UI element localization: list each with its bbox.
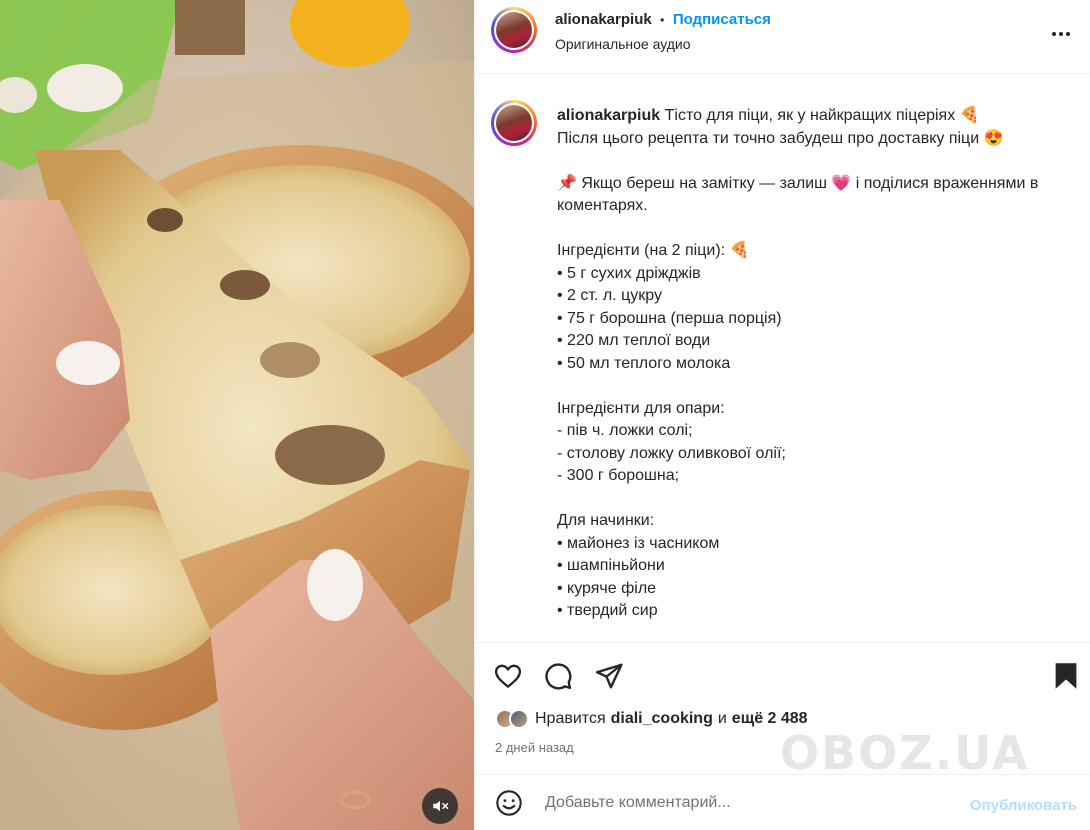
- bookmark-icon: [1055, 663, 1077, 689]
- audio-label[interactable]: Оригинальное аудио: [555, 36, 691, 52]
- caption-area: alionakarpiuk Тісто для піци, як у найкр…: [475, 74, 1090, 642]
- post-header: alionakarpiuk • Подписаться Оригинальное…: [475, 0, 1090, 74]
- post-details-panel: alionakarpiuk • Подписаться Оригинальное…: [474, 0, 1090, 830]
- caption-line: • шампіньйони: [557, 557, 665, 574]
- pizza-photo: [0, 0, 474, 830]
- liker-avatar[interactable]: [509, 709, 529, 729]
- comment-button[interactable]: [543, 661, 573, 696]
- heart-icon: [494, 664, 522, 688]
- caption-line: • 50 мл теплого молока: [557, 354, 731, 372]
- comment-icon: [545, 663, 572, 690]
- caption-text: alionakarpiuk Тісто для піци, як у найкр…: [557, 105, 1057, 623]
- caption-line: - пів ч. ложки солі;: [557, 422, 693, 439]
- publish-button[interactable]: Опубликовать: [970, 797, 1077, 814]
- share-button[interactable]: [594, 661, 624, 696]
- caption-line: • майонез із часником: [557, 534, 720, 552]
- caption-line: Інгредієнти для опари:: [557, 399, 725, 417]
- avatar[interactable]: [491, 7, 537, 53]
- caption-line: Для начинки:: [557, 512, 655, 529]
- caption-username[interactable]: alionakarpiuk: [557, 107, 660, 124]
- header-line: alionakarpiuk • Подписаться: [555, 11, 771, 29]
- caption-line: • твердий сир: [557, 602, 658, 619]
- caption-line: • куряче філе: [557, 579, 657, 597]
- caption-line: Інгредієнти (на 2 піци): 🍕: [557, 242, 750, 259]
- like-button[interactable]: [493, 661, 523, 696]
- caption-line: Тісто для піци, як у найкращих піцеріях …: [664, 107, 980, 124]
- post-timestamp[interactable]: 2 дней назад: [495, 740, 574, 755]
- caption-line: • 5 г сухих дріжджів: [557, 264, 701, 282]
- comment-input[interactable]: [543, 793, 947, 813]
- follow-button[interactable]: Подписаться: [673, 11, 771, 28]
- speaker-muted-icon: [433, 800, 449, 812]
- separator-dot: •: [660, 13, 665, 27]
- more-options-button[interactable]: [1049, 22, 1073, 51]
- likes-prefix: Нравится: [535, 710, 606, 727]
- caption-avatar[interactable]: [491, 100, 537, 146]
- caption-line: 📌 Якщо береш на замітку — залиш 💗 і поді…: [557, 174, 1043, 215]
- mute-button[interactable]: [422, 788, 458, 824]
- caption-line: • 2 ст. л. цукру: [557, 287, 662, 304]
- caption-line: • 75 г борошна (перша порція): [557, 309, 782, 327]
- comment-bar: Опубликовать: [475, 774, 1090, 830]
- likes-count[interactable]: ещё 2 488: [732, 710, 808, 728]
- post-media[interactable]: [0, 0, 474, 830]
- liker-username[interactable]: diali_cooking: [611, 710, 713, 728]
- likes-summary: Нравится diali_cooking и ещё 2 488: [495, 709, 808, 729]
- header-username[interactable]: alionakarpiuk: [555, 11, 652, 28]
- caption-line: • 220 мл теплої води: [557, 332, 711, 349]
- save-button[interactable]: [1052, 661, 1080, 696]
- action-bar: Нравится diali_cooking и ещё 2 488 2 дне…: [475, 642, 1090, 774]
- emoji-button[interactable]: [495, 789, 523, 822]
- likes-middle: и: [717, 710, 727, 727]
- caption-line: Після цього рецепта ти точно забудеш про…: [557, 129, 1004, 147]
- caption-line: - столову ложку оливкової олії;: [557, 444, 786, 462]
- more-icon: [1052, 32, 1070, 36]
- share-icon: [595, 663, 623, 689]
- caption-line: - 300 г борошна;: [557, 467, 680, 484]
- smiley-icon: [496, 790, 522, 816]
